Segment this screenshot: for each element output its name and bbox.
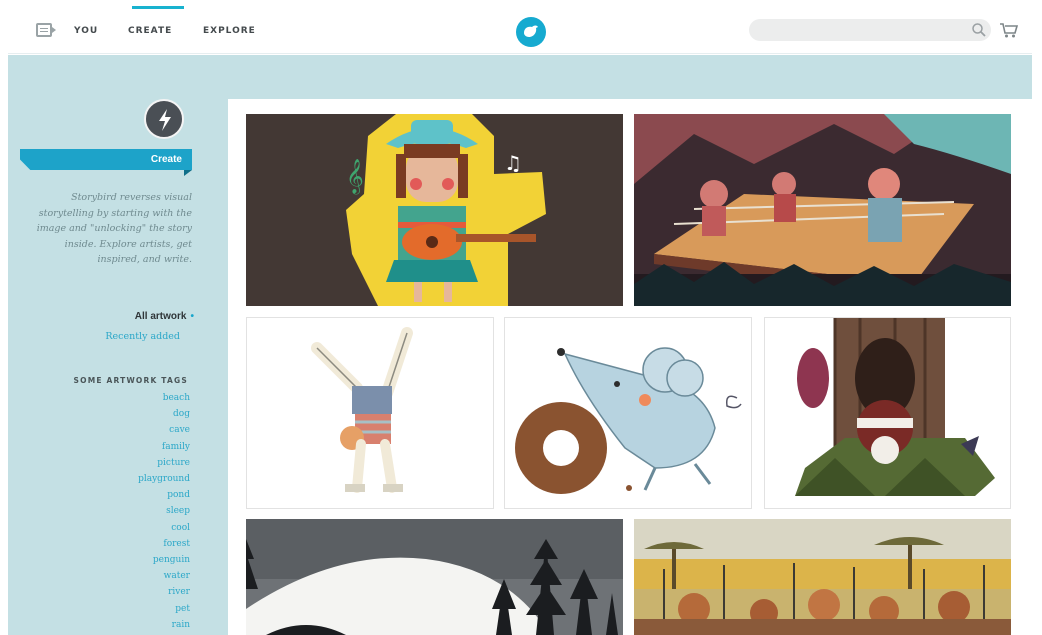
tag-link[interactable]: dog: [68, 406, 190, 422]
tag-link[interactable]: water: [68, 568, 190, 584]
search-icon[interactable]: [971, 22, 987, 38]
svg-text:♫: ♫: [504, 151, 522, 175]
ribbon-fold: [184, 170, 192, 176]
artwork-mouse-donut-image: [505, 318, 751, 508]
active-tab-indicator: [132, 6, 184, 9]
artwork-tile[interactable]: [634, 519, 1011, 635]
main-content: Create Storybird reverses visual storyte…: [8, 55, 1032, 635]
artwork-savanna-image: [634, 519, 1011, 635]
tag-link[interactable]: forest: [68, 536, 190, 552]
sidebar-tagline: Storybird reverses visual storytelling b…: [36, 192, 192, 265]
tag-link[interactable]: family: [68, 439, 190, 455]
artwork-gallery: 𝄞 ♫: [228, 99, 1032, 635]
search-box: [749, 19, 991, 41]
tag-link[interactable]: picture: [68, 455, 190, 471]
menu-icon[interactable]: [36, 23, 56, 37]
artwork-cartwheel-image: [247, 318, 493, 508]
search-input[interactable]: [761, 22, 961, 38]
sidebar: Create Storybird reverses visual storyte…: [8, 55, 208, 635]
artwork-tile[interactable]: [504, 317, 752, 509]
tag-list: beach dog cave family picture playground…: [68, 390, 190, 633]
tag-link[interactable]: pond: [68, 487, 190, 503]
cart-icon[interactable]: [999, 21, 1019, 39]
tag-link[interactable]: rain: [68, 617, 190, 633]
tag-link[interactable]: cool: [68, 520, 190, 536]
nav-you[interactable]: YOU: [74, 26, 98, 36]
artwork-dark-forest-image: [246, 519, 623, 635]
bird-logo-icon[interactable]: [516, 17, 546, 47]
nav-explore[interactable]: EXPLORE: [203, 26, 256, 36]
tag-link[interactable]: pet: [68, 601, 190, 617]
tag-link[interactable]: penguin: [68, 552, 190, 568]
create-label: Create: [150, 154, 182, 165]
artwork-tile[interactable]: 𝄞 ♫: [246, 114, 623, 306]
artwork-tile[interactable]: [634, 114, 1011, 306]
artwork-tile[interactable]: [246, 519, 623, 635]
artwork-girl-guitar-image: 𝄞 ♫: [246, 114, 623, 306]
tag-link[interactable]: river: [68, 584, 190, 600]
filter-all-artwork[interactable]: All artwork •: [68, 311, 194, 322]
top-navigation-bar: YOU CREATE EXPLORE: [8, 6, 1032, 54]
selected-indicator-icon: •: [190, 311, 194, 322]
artwork-tile[interactable]: [764, 317, 1011, 509]
lightning-icon[interactable]: [144, 99, 184, 139]
nav-create[interactable]: CREATE: [128, 26, 172, 36]
tags-heading: SOME ARTWORK TAGS: [73, 376, 188, 385]
tag-link[interactable]: beach: [68, 390, 190, 406]
artwork-tile[interactable]: [246, 317, 494, 509]
artwork-wrestling-ring-image: [634, 114, 1011, 306]
svg-text:𝄞: 𝄞: [346, 159, 364, 195]
create-button[interactable]: Create: [20, 149, 192, 170]
artwork-tree-stump-image: [765, 318, 1010, 508]
tag-link[interactable]: playground: [68, 471, 190, 487]
filter-all-artwork-label: All artwork: [134, 311, 187, 322]
filter-recently-added[interactable]: Recently added: [68, 331, 180, 342]
tag-link[interactable]: cave: [68, 422, 190, 438]
tag-link[interactable]: sleep: [68, 503, 190, 519]
